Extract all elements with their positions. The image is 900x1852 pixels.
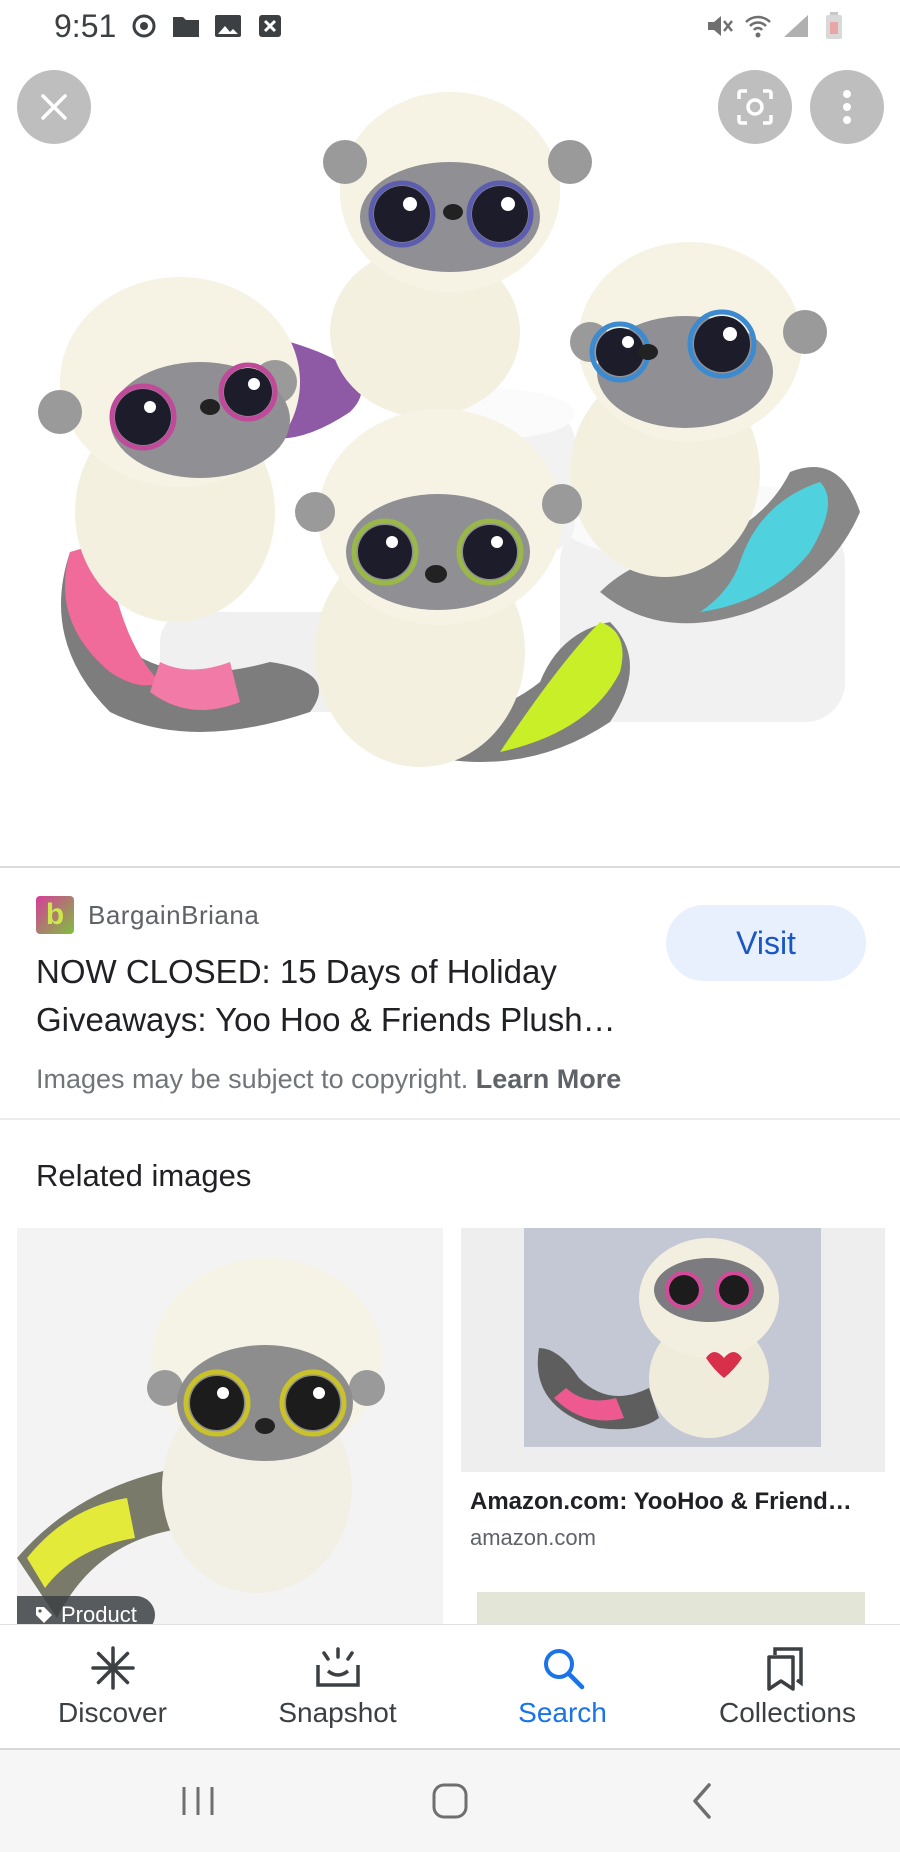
more-options-button[interactable] [810, 70, 884, 144]
wifi-icon [744, 12, 772, 40]
divider [0, 866, 900, 868]
close-button[interactable] [17, 70, 91, 144]
related-image-2-domain: amazon.com [470, 1525, 596, 1550]
section-divider [0, 1118, 900, 1120]
copyright-notice: Images may be subject to copyright. Lear… [36, 1064, 621, 1095]
status-time: 9:51 [54, 8, 117, 44]
nav-collections[interactable]: Collections [675, 1625, 900, 1748]
visit-button[interactable]: Visit [666, 905, 866, 981]
blocked-icon [256, 12, 284, 40]
back-button[interactable] [672, 1774, 732, 1828]
collections-icon [766, 1646, 803, 1691]
learn-more-link[interactable]: Learn More [476, 1064, 622, 1094]
image-icon [214, 12, 242, 40]
folder-icon [172, 12, 200, 40]
tag-icon [36, 1607, 52, 1623]
status-left-icons [130, 12, 284, 40]
bottom-navigation: Discover Snapshot Search Collections [0, 1624, 900, 1748]
copyright-text: Images may be subject to copyright. [36, 1064, 469, 1094]
recents-icon [182, 1787, 214, 1815]
signal-icon [782, 12, 810, 40]
source-name: BargainBriana [88, 899, 260, 930]
mute-icon [706, 12, 734, 40]
related-plush-yellow [17, 1258, 385, 1618]
recents-button[interactable] [168, 1774, 228, 1828]
related-image-1[interactable]: Product [17, 1228, 443, 1628]
battery-icon [820, 12, 848, 40]
main-image[interactable] [0, 52, 900, 866]
lens-icon [737, 89, 773, 125]
result-title[interactable]: NOW CLOSED: 15 Days of Holiday Giveaways… [36, 948, 656, 1044]
asterisk-icon [90, 1645, 135, 1690]
nav-snapshot-label: Snapshot [278, 1696, 397, 1728]
home-button[interactable] [420, 1774, 480, 1828]
nav-discover-label: Discover [58, 1696, 167, 1728]
more-vert-icon [843, 90, 851, 124]
related-image-2-photo [524, 1228, 821, 1447]
nav-collections-label: Collections [719, 1696, 856, 1728]
search-icon [543, 1648, 584, 1689]
lens-button[interactable] [718, 70, 792, 144]
status-bar: 9:51 [0, 0, 900, 52]
status-right-icons [706, 12, 848, 40]
related-images-heading: Related images [36, 1158, 252, 1193]
related-image-2[interactable] [461, 1228, 885, 1472]
close-icon [41, 94, 67, 120]
nav-search[interactable]: Search [450, 1625, 675, 1748]
system-navigation-bar [0, 1750, 900, 1852]
back-icon [693, 1783, 711, 1819]
related-plush-pink [524, 1228, 821, 1447]
site-favicon: b [36, 896, 74, 934]
snapshot-icon [315, 1646, 360, 1687]
nav-snapshot[interactable]: Snapshot [225, 1625, 450, 1748]
sync-icon [130, 12, 158, 40]
home-icon [432, 1783, 468, 1819]
plush-toys-illustration [38, 92, 860, 767]
related-image-2-title[interactable]: Amazon.com: YooHoo & Friend… [470, 1488, 880, 1516]
source-info[interactable]: b BargainBriana [36, 896, 259, 934]
nav-search-label: Search [518, 1696, 607, 1728]
nav-discover[interactable]: Discover [0, 1625, 225, 1748]
